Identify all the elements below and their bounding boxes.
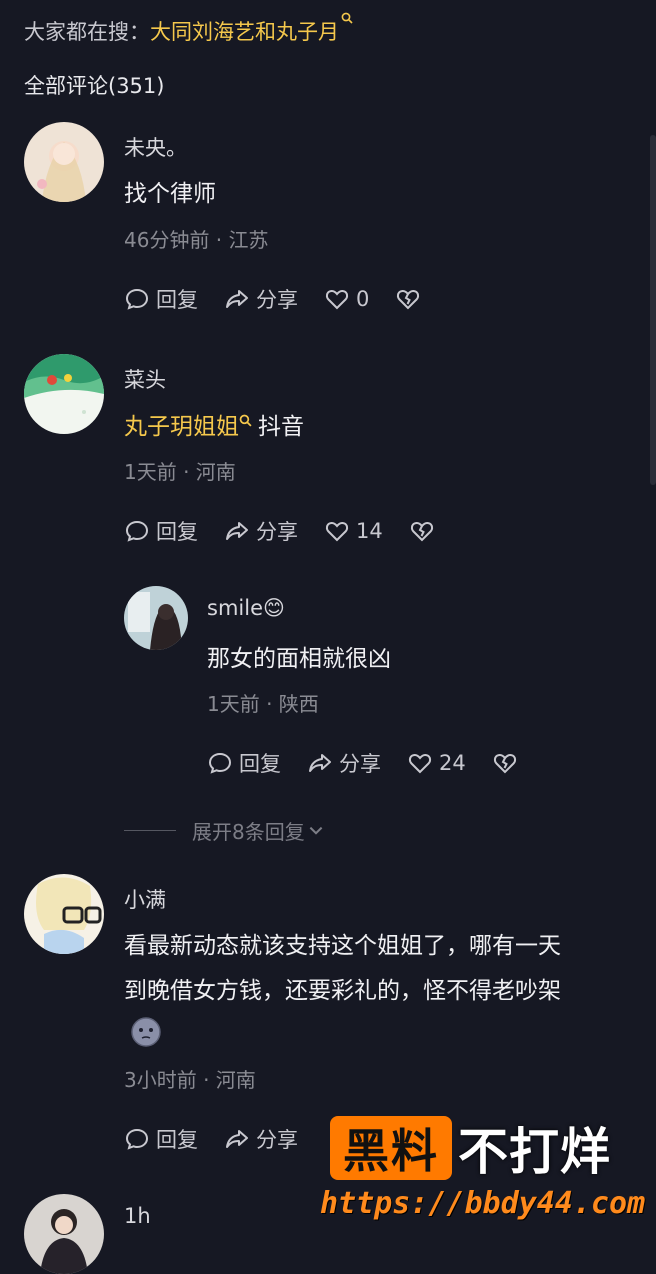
comment-text: 那女的面相就很凶 (207, 646, 391, 672)
avatar[interactable] (24, 354, 104, 434)
like-count: 0 (356, 287, 370, 311)
comment-meta: 1天前 · 河南 (124, 460, 236, 484)
broken-heart-icon (397, 290, 420, 310)
comment-text: 到晚借女方钱，还要彩礼的，怪不得老吵架 (124, 978, 561, 1004)
comment-bubble-icon (125, 1128, 149, 1150)
share-button[interactable]: 分享 (224, 516, 298, 546)
comment-text: 找个律师 (124, 181, 216, 207)
chevron-down-icon (309, 826, 323, 835)
reply-button[interactable]: 回复 (124, 1124, 198, 1154)
comment-bubble-icon (125, 288, 149, 310)
like-count: 24 (439, 751, 466, 775)
comment-bubble-icon (208, 752, 232, 774)
comment-actions: 回复 分享 14 (124, 516, 467, 546)
heart-icon (408, 754, 432, 774)
like-button[interactable]: 0 (324, 286, 369, 312)
broken-heart-icon (493, 754, 516, 774)
username[interactable]: 菜头 (124, 364, 166, 394)
username[interactable]: smile😊 (207, 596, 285, 620)
username[interactable]: 1h (124, 1204, 151, 1228)
divider (124, 830, 176, 831)
share-button[interactable]: 分享 (224, 1124, 298, 1154)
comment-text: 看最新动态就该支持这个姐姐了，哪有一天 (124, 933, 561, 959)
reply-button[interactable]: 回复 (207, 748, 281, 778)
watermark-text: 不打烊 (458, 1123, 611, 1181)
username[interactable]: 未央。 (124, 132, 187, 162)
comment-actions: 回复 分享 24 (207, 748, 550, 778)
search-keyword-link[interactable]: 丸子玥姐姐 (124, 414, 239, 440)
avatar[interactable] (24, 122, 104, 202)
comment-meta: 3小时前 · 河南 (124, 1068, 256, 1092)
like-button[interactable]: 24 (407, 750, 466, 776)
like-count: 14 (356, 519, 383, 543)
share-arrow-icon (226, 1130, 248, 1148)
heart-icon (325, 290, 349, 310)
reply-button[interactable]: 回复 (124, 284, 198, 314)
expand-replies-button[interactable]: 展开8条回复 (124, 816, 325, 845)
search-suggestion-bar[interactable]: 大家都在搜：大同刘海艺和丸子月 (24, 12, 353, 46)
share-arrow-icon (309, 754, 331, 772)
search-prefix: 大家都在搜： (24, 20, 150, 44)
comment-meta: 46分钟前 · 江苏 (124, 228, 269, 252)
watermark-url: https://bbdy44.com (320, 1186, 646, 1221)
broken-heart-icon (410, 522, 433, 542)
watermark-badge: 黑料 (330, 1116, 452, 1180)
comment-meta: 1天前 · 陕西 (207, 692, 319, 716)
share-button[interactable]: 分享 (224, 284, 298, 314)
dislike-button[interactable] (395, 286, 427, 312)
dislike-button[interactable] (492, 750, 524, 776)
avatar[interactable] (124, 586, 188, 650)
scrollbar[interactable] (650, 135, 656, 485)
comment-text: 丸子玥姐姐 抖音 (124, 414, 304, 440)
comment-actions: 回复 分享 (124, 1124, 324, 1154)
avatar[interactable] (24, 874, 104, 954)
comments-count: 全部评论(351) (24, 74, 165, 98)
share-arrow-icon (226, 522, 248, 540)
search-icon (239, 414, 252, 427)
heart-icon (325, 522, 349, 542)
avatar[interactable] (24, 1194, 104, 1274)
reply-button[interactable]: 回复 (124, 516, 198, 546)
emoji-sticker (131, 1017, 161, 1047)
like-button[interactable]: 14 (324, 518, 383, 544)
share-button[interactable]: 分享 (307, 748, 381, 778)
dislike-button[interactable] (409, 518, 441, 544)
share-arrow-icon (226, 290, 248, 308)
username[interactable]: 小满 (124, 884, 166, 914)
search-icon (341, 12, 353, 24)
search-keyword-link[interactable]: 大同刘海艺和丸子月 (150, 20, 339, 44)
comment-bubble-icon (125, 520, 149, 542)
comment-actions: 回复 分享 0 (124, 284, 453, 314)
